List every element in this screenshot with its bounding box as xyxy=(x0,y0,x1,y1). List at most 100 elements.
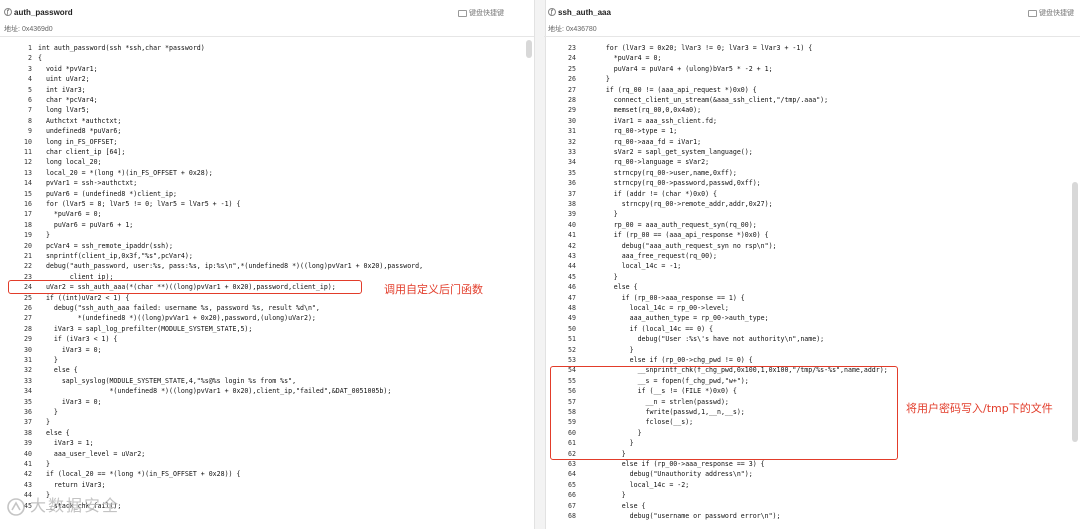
code-line[interactable]: 27 *(undefined8 *)((long)pvVar1 + 0x20),… xyxy=(0,313,520,323)
code-line[interactable]: 22 debug("auth_password, user:%s, pass:%… xyxy=(0,261,520,271)
code-line[interactable]: 36 strncpy(rq_00->password,passwd,0xff); xyxy=(544,178,1064,188)
code-line[interactable]: 46 else { xyxy=(544,282,1064,292)
code-text: *(undefined8 *)((long)pvVar1 + 0x20),pas… xyxy=(38,314,316,323)
code-line[interactable]: 16 for (lVar5 = 8; lVar5 != 0; lVar5 = l… xyxy=(0,199,520,209)
code-line[interactable]: 2{ xyxy=(0,53,520,63)
code-line[interactable]: 42 debug("aaa_auth_request_syn no rsp\n"… xyxy=(544,241,1064,251)
code-line[interactable]: 40 aaa_user_level = uVar2; xyxy=(0,449,520,459)
line-number: 45 xyxy=(568,272,576,281)
code-line[interactable]: 51 debug("User :%s\'s have not authority… xyxy=(544,334,1064,344)
code-line[interactable]: 23 for (lVar3 = 0x20; lVar3 != 0; lVar3 … xyxy=(544,43,1064,53)
highlight-box-backdoor-call xyxy=(8,280,362,294)
code-line[interactable]: 36 } xyxy=(0,407,520,417)
code-line[interactable]: 35 iVar3 = 0; xyxy=(0,397,520,407)
code-line[interactable]: 11 char client_ip [64]; xyxy=(0,147,520,157)
code-line[interactable]: 10 long in_FS_OFFSET; xyxy=(0,137,520,147)
line-number: 44 xyxy=(568,262,576,271)
code-line[interactable]: 66 } xyxy=(544,490,1064,500)
code-line[interactable]: 37 } xyxy=(0,417,520,427)
code-line[interactable]: 20 pcVar4 = ssh_remote_ipaddr(ssh); xyxy=(0,241,520,251)
line-number: 40 xyxy=(568,220,576,229)
code-line[interactable]: 30 iVar3 = 0; xyxy=(0,345,520,355)
code-line[interactable]: 29 if (iVar3 < 1) { xyxy=(0,334,520,344)
line-number: 38 xyxy=(568,200,576,208)
code-line[interactable]: 42 if (local_20 == *(long *)(in_FS_OFFSE… xyxy=(0,469,520,479)
code-line[interactable]: 34 rq_00->language = sVar2; xyxy=(544,157,1064,167)
code-line[interactable]: 14 pvVar1 = ssh->authctxt; xyxy=(0,178,520,188)
code-line[interactable]: 28 connect_client_un_stream(&aaa_ssh_cli… xyxy=(544,95,1064,105)
code-line[interactable]: 44 local_14c = -1; xyxy=(544,261,1064,271)
code-line[interactable]: 37 if (addr != (char *)0x0) { xyxy=(544,189,1064,199)
code-line[interactable]: 5 int iVar3; xyxy=(0,85,520,95)
code-line[interactable]: 48 local_14c = rp_00->level; xyxy=(544,303,1064,313)
code-line[interactable]: 9 undefined8 *puVar6; xyxy=(0,126,520,136)
code-line[interactable]: 6 char *pcVar4; xyxy=(0,95,520,105)
code-line[interactable]: 15 puVar6 = (undefined8 *)client_ip; xyxy=(0,189,520,199)
code-line[interactable]: 1 int auth_password(ssh *ssh,char *passwo… xyxy=(0,43,520,53)
keyboard-shortcut-button[interactable]: 键盘快捷键 xyxy=(1028,8,1074,18)
code-text: debug("Unauthority address\n"); xyxy=(582,470,753,479)
code-text: puVar6 = (undefined8 *)client_ip; xyxy=(38,189,177,198)
code-line[interactable]: 33 sVar2 = sapl_get_system_language(); xyxy=(544,147,1064,157)
code-line[interactable]: 18 puVar6 = puVar6 + 1; xyxy=(0,220,520,230)
line-number: 32 xyxy=(24,366,32,375)
line-number: 30 xyxy=(24,345,32,354)
code-line[interactable]: 31 } xyxy=(0,355,520,365)
code-text: undefined8 *puVar6; xyxy=(38,127,122,136)
code-line[interactable]: 41 } xyxy=(0,459,520,469)
code-line[interactable]: 28 iVar3 = sapl_log_prefilter(MODULE_SYS… xyxy=(0,324,520,334)
code-text: else { xyxy=(38,428,70,437)
code-line[interactable]: 39 iVar3 = 1; xyxy=(0,438,520,448)
code-line[interactable]: 52 } xyxy=(544,345,1064,355)
code-line[interactable]: 67 else { xyxy=(544,501,1064,511)
code-line[interactable]: 43 aaa_free_request(rq_00); xyxy=(544,251,1064,261)
code-line[interactable]: 25 puVar4 = puVar4 + (ulong)bVar5 * -2 +… xyxy=(544,64,1064,74)
code-line[interactable]: 31 rq_00->type = 1; xyxy=(544,126,1064,136)
code-line[interactable]: 41 if (rp_00 == (aaa_api_response *)0x0)… xyxy=(544,230,1064,240)
code-line[interactable]: 32 else { xyxy=(0,365,520,375)
line-number: 34 xyxy=(24,387,32,396)
code-line[interactable]: 34 *(undefined8 *)((long)pvVar1 + 0x20),… xyxy=(0,386,520,396)
code-line[interactable]: 26 debug("ssh_auth_aaa failed: username … xyxy=(0,303,520,313)
code-line[interactable]: 27 if (rq_00 != (aaa_api_request *)0x0) … xyxy=(544,85,1064,95)
line-number: 66 xyxy=(568,491,576,500)
code-line[interactable]: 40 rp_00 = aaa_auth_request_syn(rq_00); xyxy=(544,220,1064,230)
code-line[interactable]: 12 long local_20; xyxy=(0,157,520,167)
code-line[interactable]: 49 aaa_authen_type = rp_00->auth_type; xyxy=(544,313,1064,323)
code-line[interactable]: 26 } xyxy=(544,74,1064,84)
code-line[interactable]: 45 } xyxy=(544,272,1064,282)
code-line[interactable]: 53 else if (rp_00->chg_pwd != 0) { xyxy=(544,355,1064,365)
code-line[interactable]: 8 Authctxt *authctxt; xyxy=(0,116,520,126)
code-line[interactable]: 35 strncpy(rq_00->user,name,0xff); xyxy=(544,168,1064,178)
code-line[interactable]: 47 if (rp_00->aaa_response == 1) { xyxy=(544,293,1064,303)
line-number: 42 xyxy=(568,241,576,250)
code-line[interactable]: 7 long lVar5; xyxy=(0,105,520,115)
code-line[interactable]: 30 iVar1 = aaa_ssh_client.fd; xyxy=(544,116,1064,126)
code-line[interactable]: 13 local_20 = *(long *)(in_FS_OFFSET + 0… xyxy=(0,168,520,178)
code-line[interactable]: 3 void *pvVar1; xyxy=(0,64,520,74)
scrollbar-thumb[interactable] xyxy=(526,40,532,58)
code-line[interactable]: 43 return iVar3; xyxy=(0,480,520,490)
code-line[interactable]: 32 rq_00->aaa_fd = iVar1; xyxy=(544,137,1064,147)
code-line[interactable]: 63 else if (rp_00->aaa_response == 3) { xyxy=(544,459,1064,469)
code-line[interactable]: 39 } xyxy=(544,209,1064,219)
code-line[interactable]: 21 snprintf(client_ip,0x3f,"%s",pcVar4); xyxy=(0,251,520,261)
code-line[interactable]: 33 sapl_syslog(MODULE_SYSTEM_STATE,4,"%s… xyxy=(0,376,520,386)
line-number: 37 xyxy=(568,189,576,198)
line-number: 40 xyxy=(24,449,32,458)
code-line[interactable]: 64 debug("Unauthority address\n"); xyxy=(544,469,1064,479)
code-line[interactable]: 17 *puVar6 = 0; xyxy=(0,209,520,219)
code-line[interactable]: 68 debug("username or password error\n")… xyxy=(544,511,1064,521)
code-text: void *pvVar1; xyxy=(38,64,98,73)
line-number: 28 xyxy=(24,324,32,333)
code-line[interactable]: 29 memset(rq_00,0,0x4a0); xyxy=(544,105,1064,115)
scrollbar-thumb[interactable] xyxy=(1072,182,1078,442)
keyboard-shortcut-button[interactable]: 键盘快捷键 xyxy=(458,8,504,18)
code-line[interactable]: 19 } xyxy=(0,230,520,240)
code-line[interactable]: 38 else { xyxy=(0,428,520,438)
code-line[interactable]: 38 strncpy(rq_00->remote_addr,addr,0x27)… xyxy=(544,199,1064,209)
code-line[interactable]: 50 if (local_14c == 0) { xyxy=(544,324,1064,334)
code-line[interactable]: 24 *puVar4 = 0; xyxy=(544,53,1064,63)
code-line[interactable]: 4 uint uVar2; xyxy=(0,74,520,84)
code-line[interactable]: 65 local_14c = -2; xyxy=(544,480,1064,490)
